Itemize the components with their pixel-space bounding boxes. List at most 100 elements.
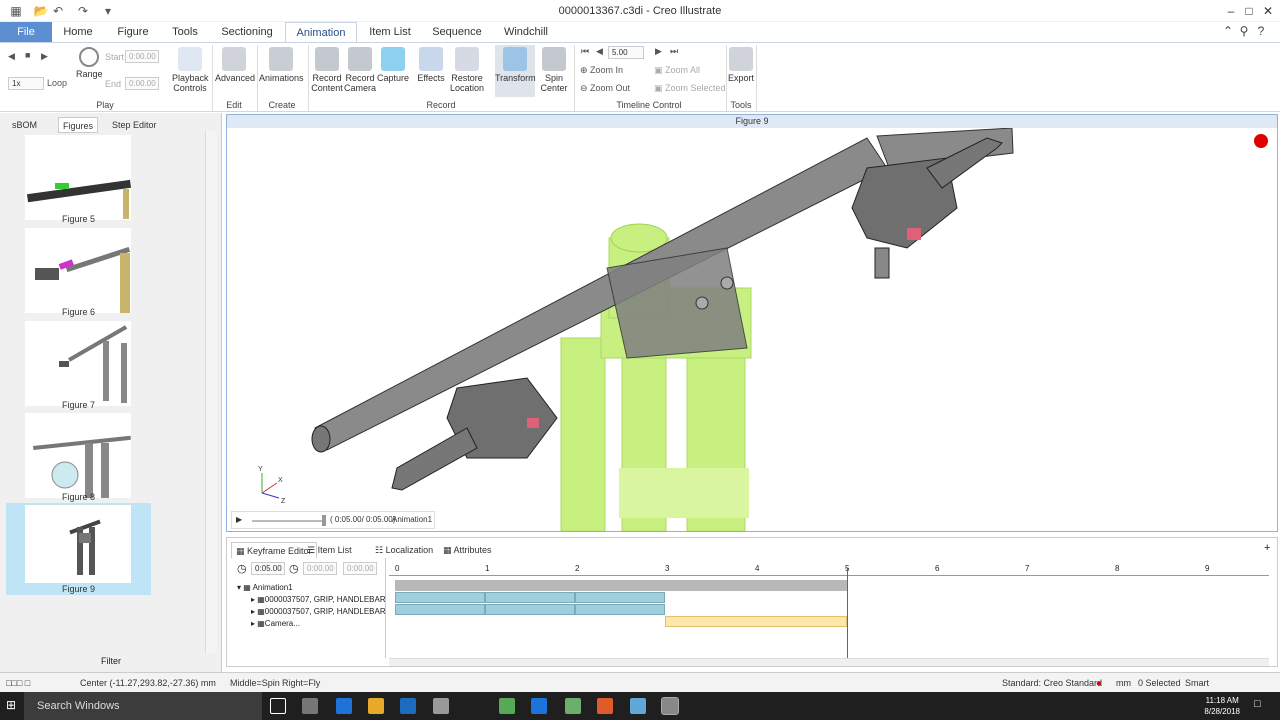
prev-frame-icon[interactable]: ◀ xyxy=(8,51,15,62)
app-icon-4[interactable] xyxy=(565,698,581,714)
stop-icon[interactable]: ■ xyxy=(25,50,30,60)
tab-tools[interactable]: Tools xyxy=(164,22,206,42)
capture-button[interactable]: Capture xyxy=(376,47,410,83)
time-cursor[interactable] xyxy=(847,568,848,658)
grip-2-keyframe-bar[interactable] xyxy=(575,604,665,615)
task-view-icon[interactable] xyxy=(270,698,286,714)
transform-button[interactable]: Transform xyxy=(495,45,536,97)
app-icon-1[interactable] xyxy=(302,698,318,714)
tab-item-list-panel[interactable]: ☰ Item List xyxy=(307,542,352,558)
keyframe-time-field[interactable]: 0:05.00 xyxy=(251,562,285,575)
advanced-button[interactable]: Advanced xyxy=(215,47,255,83)
status-mode[interactable]: Smart xyxy=(1185,673,1209,693)
grip-2-keyframe-bar[interactable] xyxy=(485,604,575,615)
record-camera-button[interactable]: Record Camera xyxy=(344,47,376,93)
tab-item-list[interactable]: Item List xyxy=(362,22,418,42)
grip-1-keyframe-bar[interactable] xyxy=(485,592,575,603)
slider-handle[interactable] xyxy=(322,515,326,526)
filter-label[interactable]: Filter xyxy=(0,656,222,666)
animation-track-bar[interactable] xyxy=(395,580,847,591)
end-field[interactable]: 0:00.00 xyxy=(125,77,159,90)
explorer-icon[interactable] xyxy=(368,698,384,714)
grip-1-keyframe-bar[interactable] xyxy=(575,592,665,603)
next-key-icon[interactable]: ▶ xyxy=(655,46,662,57)
timeline-scrollbar[interactable] xyxy=(389,658,1269,666)
expand-icon[interactable]: ▸ ▦ xyxy=(251,619,265,628)
play-animation-icon[interactable]: ▶ xyxy=(236,512,242,528)
figure-thumbnail[interactable] xyxy=(25,321,131,406)
figure-thumbnail[interactable] xyxy=(25,228,131,313)
tab-attributes[interactable]: ▦ Attributes xyxy=(443,542,492,558)
status-units[interactable]: mm xyxy=(1116,673,1131,693)
tab-sequence[interactable]: Sequence xyxy=(425,22,489,42)
tree-item-grip-1[interactable]: ▸ ▦0000037507, GRIP, HANDLEBAR xyxy=(251,595,386,604)
model-3d-view[interactable]: Y X Z xyxy=(227,128,1277,531)
grip-2-keyframe-bar[interactable] xyxy=(395,604,485,615)
animation-slider[interactable] xyxy=(252,520,324,522)
notification-icon[interactable]: □ xyxy=(1254,698,1261,710)
tab-sectioning[interactable]: Sectioning xyxy=(214,22,280,42)
app-icon-2[interactable] xyxy=(433,698,449,714)
tab-step-editor[interactable]: Step Editor xyxy=(112,117,157,133)
tab-windchill[interactable]: Windchill xyxy=(496,22,556,42)
play-icon[interactable]: ▶ xyxy=(41,51,48,62)
outlook-icon[interactable] xyxy=(400,698,416,714)
tab-keyframe-editor[interactable]: ▦ Keyframe Editor xyxy=(231,542,317,558)
expand-icon[interactable]: ▸ ▦ xyxy=(251,595,265,604)
range-button[interactable]: Range xyxy=(76,47,103,79)
keyframe-start-field[interactable]: 0:00.00 xyxy=(303,562,337,575)
maximize-icon[interactable]: □ xyxy=(1239,2,1259,20)
zoom-selected-button[interactable]: ▣ Zoom Selected xyxy=(654,83,726,94)
last-key-icon[interactable]: ⏭ xyxy=(670,46,678,57)
tab-home[interactable]: Home xyxy=(56,22,100,42)
expand-panel-icon[interactable]: + xyxy=(1264,542,1270,554)
figure-thumbnail[interactable] xyxy=(25,413,131,498)
zoom-all-button[interactable]: ▣ Zoom All xyxy=(654,65,700,76)
app-icon-3[interactable] xyxy=(499,698,515,714)
grip-1-keyframe-bar[interactable] xyxy=(395,592,485,603)
close-icon[interactable]: ✕ xyxy=(1258,2,1278,20)
tab-file[interactable]: File xyxy=(0,22,52,42)
export-button[interactable]: Export xyxy=(727,47,755,83)
creo-illustrate-icon[interactable] xyxy=(661,697,679,715)
loop-label[interactable]: Loop xyxy=(47,78,67,88)
search-icon[interactable]: ⚲ xyxy=(1237,24,1251,38)
record-content-button[interactable]: Record Content xyxy=(310,47,344,93)
tab-sbom[interactable]: sBOM xyxy=(12,117,37,133)
collapse-ribbon-icon[interactable]: ⌃ xyxy=(1221,24,1235,38)
viewport[interactable]: Figure 9 Y X Z ▶ (0:05.00/ 0:05.00) Ani… xyxy=(226,114,1278,532)
tree-item-camera[interactable]: ▸ ▦Camera... xyxy=(251,619,300,628)
restore-location-button[interactable]: Restore Location xyxy=(446,47,488,93)
keyframe-end-field[interactable]: 0:00.00 xyxy=(343,562,377,575)
status-standard[interactable]: Standard: Creo Standard xyxy=(1002,673,1102,693)
expand-icon[interactable]: ▸ ▦ xyxy=(251,607,265,616)
tab-figure[interactable]: Figure xyxy=(110,22,156,42)
expand-icon[interactable]: ▾ ▦ xyxy=(237,583,253,592)
speed-select[interactable]: 1x xyxy=(8,77,44,90)
playback-controls-button[interactable]: Playback Controls xyxy=(172,47,209,93)
zoom-in-button[interactable]: ⊕ Zoom In xyxy=(580,65,623,76)
timeline-ruler[interactable]: 0 1 2 3 4 5 6 7 8 9 xyxy=(389,564,1269,576)
taskbar-search[interactable]: Search Windows xyxy=(24,692,262,720)
prev-key-icon[interactable]: ◀ xyxy=(596,46,603,57)
taskbar-clock[interactable]: 11:18 AM 8/28/2018 xyxy=(1204,695,1240,717)
first-key-icon[interactable]: ⏮ xyxy=(581,46,589,57)
tab-animation[interactable]: Animation xyxy=(285,22,357,43)
tree-item-animation[interactable]: ▾ ▦ Animation1 xyxy=(237,583,293,592)
zoom-out-button[interactable]: ⊖ Zoom Out xyxy=(580,83,630,94)
tab-figures[interactable]: Figures xyxy=(58,117,99,133)
animations-button[interactable]: Animations xyxy=(259,47,304,83)
start-icon[interactable]: ⊞ xyxy=(6,698,16,712)
help-icon[interactable]: ? xyxy=(1254,24,1268,38)
effects-button[interactable]: Effects xyxy=(414,47,448,83)
minimize-icon[interactable]: – xyxy=(1221,2,1241,20)
figures-scrollbar[interactable] xyxy=(205,131,217,653)
firefox-icon[interactable] xyxy=(597,698,613,714)
figure-thumbnail[interactable] xyxy=(25,135,132,220)
timeline-time-field[interactable]: 5.00 xyxy=(608,46,644,59)
camera-keyframe-bar[interactable] xyxy=(665,616,847,627)
figure-thumbnail[interactable] xyxy=(25,505,131,583)
tree-item-grip-2[interactable]: ▸ ▦0000037507, GRIP, HANDLEBAR xyxy=(251,607,386,616)
layout-icon[interactable]: □□□ □ xyxy=(6,673,30,693)
app-icon-5[interactable] xyxy=(630,698,646,714)
